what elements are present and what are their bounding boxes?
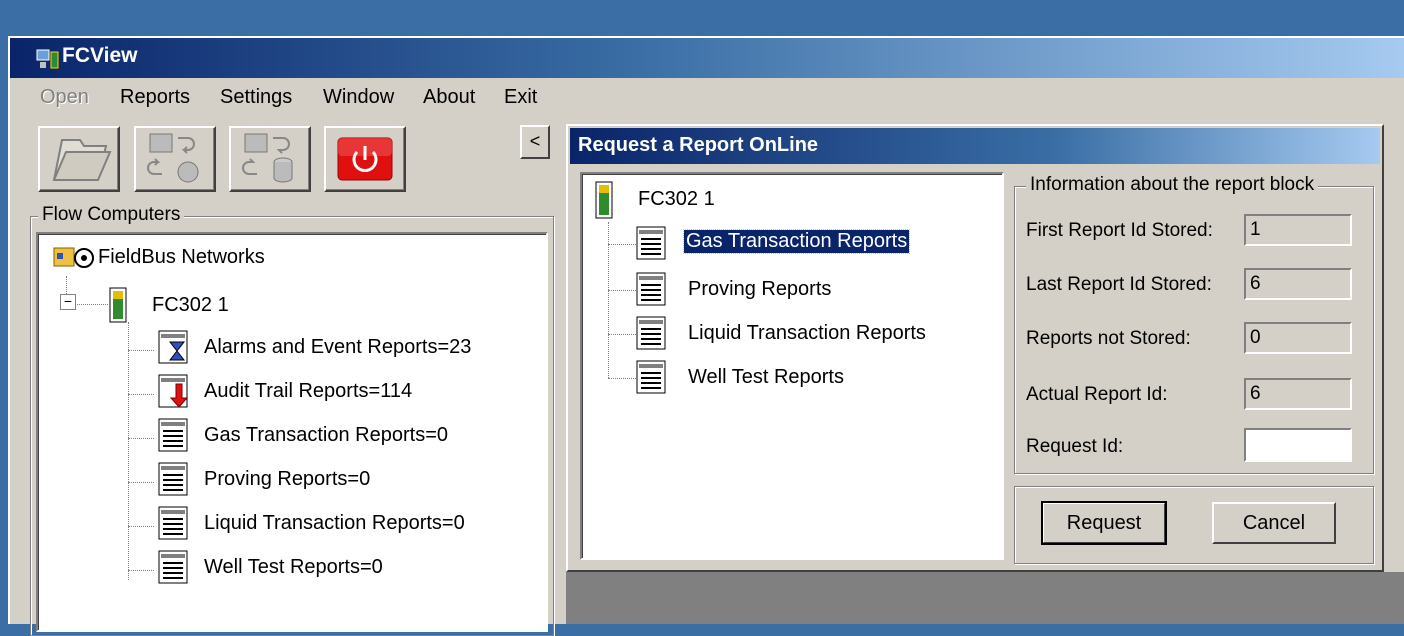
tree-root-fieldbus[interactable]: FieldBus Networks — [98, 246, 265, 269]
first-report-field: 1 — [1244, 214, 1352, 246]
collapse-panel-button[interactable]: < — [520, 125, 550, 159]
menu-reports[interactable]: Reports — [120, 86, 190, 109]
request-report-online-button[interactable] — [134, 126, 216, 192]
last-report-field: 6 — [1244, 268, 1352, 300]
request-id-input[interactable] — [1244, 428, 1352, 462]
collapse-node-icon[interactable]: − — [60, 294, 76, 310]
tree-report-proving[interactable]: Proving Reports=0 — [204, 468, 370, 491]
document-icon — [636, 226, 666, 260]
tree-device-fc302[interactable]: FC302 1 — [152, 294, 229, 317]
dialog-device-fc302[interactable]: FC302 1 — [638, 188, 715, 211]
tree-report-alarms[interactable]: Alarms and Event Reports=23 — [204, 336, 471, 359]
actual-report-field: 6 — [1244, 378, 1352, 410]
audit-report-icon — [158, 374, 188, 408]
mdi-background — [566, 572, 1404, 624]
menu-open[interactable]: Open — [40, 86, 89, 109]
document-icon — [636, 272, 666, 306]
actual-report-label: Actual Report Id: — [1026, 384, 1168, 405]
request-id-label: Request Id: — [1026, 436, 1124, 457]
app-title: FCView — [62, 44, 138, 67]
not-stored-label: Reports not Stored: — [1026, 328, 1191, 349]
dialog-title: Request a Report OnLine — [578, 134, 819, 156]
open-folder-button[interactable] — [38, 126, 120, 192]
request-report-database-button[interactable] — [229, 126, 311, 192]
tree-report-liquid[interactable]: Liquid Transaction Reports=0 — [204, 512, 465, 535]
alarm-report-icon — [158, 330, 188, 364]
title-bar[interactable] — [10, 38, 1404, 78]
first-report-label: First Report Id Stored: — [1026, 220, 1213, 241]
network-icon — [53, 247, 94, 268]
device-icon — [109, 287, 127, 323]
document-icon — [158, 506, 188, 540]
dialog-report-welltest[interactable]: Well Test Reports — [688, 366, 844, 389]
tree-report-welltest[interactable]: Well Test Reports=0 — [204, 556, 383, 579]
not-stored-field: 0 — [1244, 322, 1352, 354]
menu-exit[interactable]: Exit — [504, 86, 537, 109]
flow-computers-label: Flow Computers — [38, 204, 185, 226]
menu-about[interactable]: About — [423, 86, 475, 109]
cancel-button[interactable]: Cancel — [1212, 502, 1336, 544]
device-icon — [595, 181, 613, 219]
power-icon — [337, 137, 393, 181]
last-report-label: Last Report Id Stored: — [1026, 274, 1212, 295]
open-folder-icon — [52, 139, 112, 181]
request-report-database-icon — [242, 133, 293, 183]
document-icon — [158, 550, 188, 584]
dialog-report-proving[interactable]: Proving Reports — [688, 278, 831, 301]
dialog-report-liquid[interactable]: Liquid Transaction Reports — [688, 322, 926, 345]
tree-report-gas[interactable]: Gas Transaction Reports=0 — [204, 424, 448, 447]
exit-power-button[interactable] — [324, 126, 406, 192]
document-icon — [636, 360, 666, 394]
menu-window[interactable]: Window — [323, 86, 394, 109]
document-icon — [158, 462, 188, 496]
report-info-label: Information about the report block — [1026, 174, 1319, 196]
tree-report-audit[interactable]: Audit Trail Reports=114 — [204, 380, 412, 403]
app-icon — [36, 49, 59, 69]
request-report-online-icon — [147, 133, 199, 183]
menu-settings[interactable]: Settings — [220, 86, 292, 109]
document-icon — [158, 418, 188, 452]
request-button[interactable]: Request — [1041, 501, 1167, 545]
document-icon — [636, 316, 666, 350]
dialog-report-gas[interactable]: Gas Transaction Reports — [682, 229, 911, 254]
